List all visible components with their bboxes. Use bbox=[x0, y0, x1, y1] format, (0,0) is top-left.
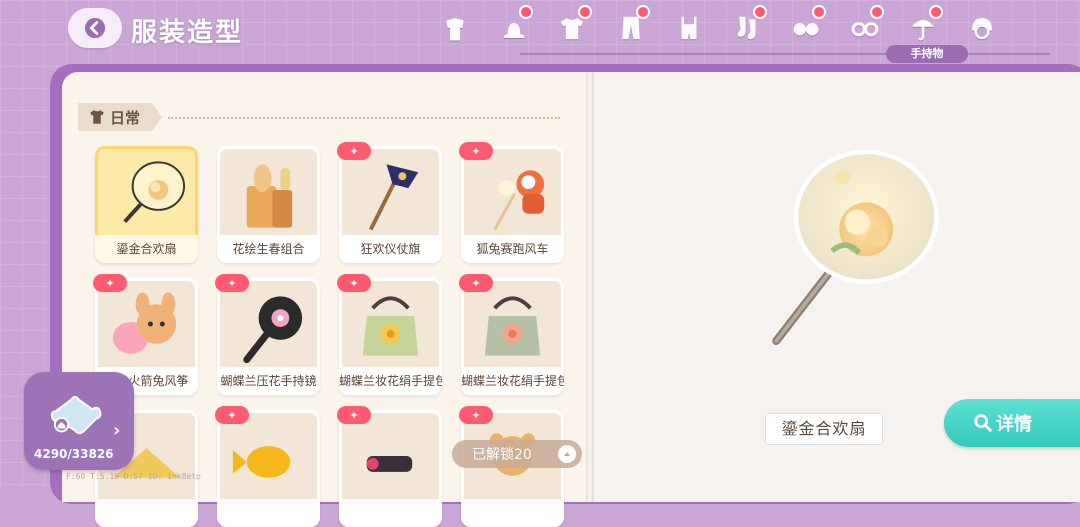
item-card[interactable]: 狂欢仪仗旗 bbox=[339, 146, 442, 263]
hair-icon bbox=[971, 18, 992, 40]
tab-pants[interactable] bbox=[602, 5, 661, 48]
item-art bbox=[232, 446, 291, 478]
new-sparkle-icon: ✦ bbox=[93, 274, 127, 292]
item-art bbox=[123, 161, 186, 224]
new-sparkle-icon: ✦ bbox=[337, 274, 371, 292]
item-card[interactable] bbox=[461, 410, 564, 527]
item-name: 狐兔赛跑风车 bbox=[461, 235, 564, 263]
tab-outfit[interactable] bbox=[426, 8, 485, 48]
item-name: 狂欢仪仗旗 bbox=[339, 235, 442, 263]
item-art bbox=[362, 296, 419, 356]
debug-info: F:60 T:5.19 D:57 ID: 1nk8etp bbox=[66, 472, 201, 481]
page-title: 服装造型 bbox=[131, 18, 244, 48]
section-tag: 日常 bbox=[78, 103, 162, 131]
puzzle-icon bbox=[50, 395, 102, 435]
tab-umbrella[interactable] bbox=[894, 5, 953, 48]
tab-socks[interactable] bbox=[719, 5, 778, 48]
new-dot-icon bbox=[811, 5, 826, 19]
item-name: 蝴蝶兰妆花绢手提包 bbox=[339, 367, 442, 395]
item-name bbox=[339, 499, 442, 527]
new-sparkle-icon: ✦ bbox=[459, 142, 493, 160]
item-art bbox=[246, 164, 293, 228]
item-art bbox=[112, 292, 177, 354]
back-button[interactable] bbox=[68, 8, 122, 48]
overalls-icon bbox=[681, 16, 697, 40]
item-art bbox=[368, 164, 419, 231]
tab-shirt[interactable] bbox=[543, 5, 602, 48]
new-dot-icon bbox=[636, 5, 650, 19]
detail-button[interactable]: 详情 bbox=[944, 399, 1080, 447]
chevron-right-icon[interactable]: › bbox=[113, 420, 120, 441]
puzzle-count: 4290/33826 bbox=[34, 447, 114, 461]
item-name bbox=[217, 499, 320, 527]
new-sparkle-icon: ✦ bbox=[337, 142, 371, 160]
tab-glasses[interactable] bbox=[836, 5, 895, 48]
new-sparkle-icon: ✦ bbox=[215, 406, 249, 424]
shirt-icon bbox=[90, 110, 104, 124]
item-name bbox=[95, 499, 198, 527]
scroll-up-icon[interactable] bbox=[558, 445, 576, 463]
new-sparkle-icon: ✦ bbox=[337, 406, 371, 424]
new-sparkle-icon: ✦ bbox=[459, 406, 493, 424]
search-icon bbox=[974, 414, 992, 432]
item-art bbox=[243, 296, 303, 364]
new-sparkle-icon: ✦ bbox=[215, 274, 249, 292]
item-name bbox=[461, 499, 564, 527]
item-card[interactable]: 鎏金合欢扇 bbox=[95, 146, 198, 263]
item-name: 蝴蝶兰妆花绢手提包 bbox=[461, 367, 564, 395]
item-name: 花绘生春组合 bbox=[217, 235, 320, 263]
section-label: 日常 bbox=[110, 108, 141, 127]
new-dot-icon bbox=[753, 5, 767, 19]
item-card[interactable]: 蝴蝶兰压花手持镜 bbox=[217, 278, 320, 395]
tab-hair[interactable] bbox=[953, 8, 1012, 48]
item-art bbox=[493, 170, 545, 231]
preview-item-fan bbox=[772, 149, 939, 346]
item-card[interactable] bbox=[217, 410, 320, 527]
item-card[interactable]: 蝴蝶兰妆花绢手提包 bbox=[339, 278, 442, 395]
book-spine bbox=[586, 72, 594, 502]
unlocked-count-pill[interactable]: 已解锁20 bbox=[452, 440, 582, 468]
item-card[interactable]: 花绘生春组合 bbox=[217, 146, 320, 263]
new-dot-icon bbox=[519, 5, 533, 19]
new-dot-icon bbox=[577, 5, 592, 19]
item-art bbox=[366, 456, 413, 472]
tab-underline bbox=[520, 53, 1050, 55]
new-dot-icon bbox=[928, 5, 943, 19]
unlocked-count-label: 已解锁20 bbox=[472, 447, 532, 463]
item-name: 鎏金合欢扇 bbox=[95, 235, 198, 263]
active-tab-label: 手持物 bbox=[886, 45, 968, 63]
back-arrow-icon bbox=[84, 17, 106, 39]
item-card[interactable]: 狐兔赛跑风车 bbox=[461, 146, 564, 263]
tab-overalls[interactable] bbox=[660, 8, 719, 48]
item-card[interactable] bbox=[339, 410, 442, 527]
item-card[interactable]: 蝴蝶兰妆花绢手提包 bbox=[461, 278, 564, 395]
item-name: 蝴蝶兰压花手持镜 bbox=[217, 367, 320, 395]
new-sparkle-icon: ✦ bbox=[459, 274, 493, 292]
outfit-icon bbox=[446, 18, 464, 41]
tab-shoes[interactable] bbox=[777, 5, 836, 48]
section-divider bbox=[168, 117, 560, 119]
preview-item-name: 鎏金合欢扇 bbox=[765, 413, 883, 445]
item-art bbox=[484, 296, 541, 356]
detail-label: 详情 bbox=[996, 414, 1032, 435]
new-dot-icon bbox=[870, 5, 884, 19]
tab-hat[interactable] bbox=[485, 5, 544, 48]
